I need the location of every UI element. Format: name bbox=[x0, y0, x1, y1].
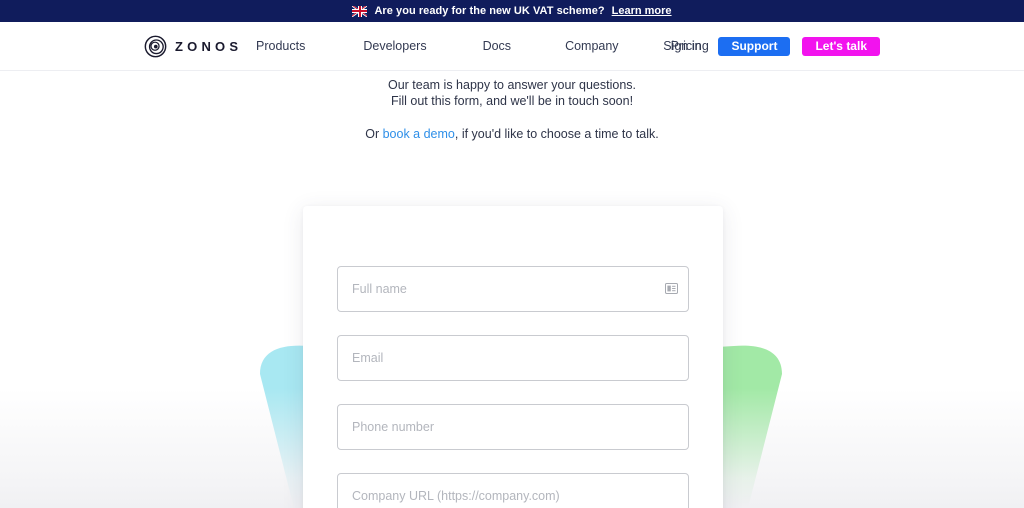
full-name-field-wrap bbox=[337, 266, 689, 312]
contact-form-card bbox=[303, 206, 723, 508]
announcement-banner: Are you ready for the new UK VAT scheme?… bbox=[0, 0, 1024, 22]
intro-line-3-suffix: , if you'd like to choose a time to talk… bbox=[454, 127, 659, 141]
nav-link-docs[interactable]: Docs bbox=[483, 39, 511, 53]
email-field-wrap bbox=[337, 335, 689, 381]
page-root: Are you ready for the new UK VAT scheme?… bbox=[0, 0, 1024, 508]
main-content: Our team is happy to answer your questio… bbox=[0, 72, 1024, 508]
zonos-spiral-logo-icon bbox=[144, 35, 167, 58]
company-url-field-wrap bbox=[337, 473, 689, 508]
support-button[interactable]: Support bbox=[718, 36, 791, 56]
zonos-logo[interactable]: ZONOS bbox=[144, 35, 242, 58]
book-a-demo-link[interactable]: book a demo bbox=[383, 127, 455, 141]
nav-link-developers[interactable]: Developers bbox=[363, 39, 426, 53]
intro-line-3-prefix: Or bbox=[365, 127, 383, 141]
nav-link-products[interactable]: Products bbox=[256, 39, 305, 53]
intro-line-1: Our team is happy to answer your questio… bbox=[387, 78, 637, 92]
nav-links-group: Products Developers Docs Company Pricing bbox=[256, 22, 709, 70]
sign-in-link[interactable]: Sign in bbox=[663, 39, 701, 53]
lets-talk-button[interactable]: Let's talk bbox=[802, 36, 880, 56]
intro-text-block: Our team is happy to answer your questio… bbox=[0, 78, 1024, 143]
phone-number-field-wrap bbox=[337, 404, 689, 450]
intro-line-2: Fill out this form, and we'll be in touc… bbox=[390, 93, 634, 108]
announcement-text: Are you ready for the new UK VAT scheme? bbox=[374, 4, 605, 17]
zonos-logo-text: ZONOS bbox=[175, 39, 243, 54]
phone-number-input[interactable] bbox=[337, 404, 689, 450]
nav-actions-group: Sign in Support Let's talk bbox=[663, 22, 880, 70]
intro-line-3: Or book a demo, if you'd like to choose … bbox=[0, 127, 1024, 143]
main-navigation-bar: ZONOS Products Developers Docs Company P… bbox=[0, 22, 1024, 71]
nav-link-company[interactable]: Company bbox=[565, 39, 619, 53]
announcement-learn-more-link[interactable]: Learn more bbox=[612, 5, 672, 17]
uk-flag-icon bbox=[352, 5, 368, 17]
company-url-input[interactable] bbox=[337, 473, 689, 508]
email-input[interactable] bbox=[337, 335, 689, 381]
full-name-input[interactable] bbox=[337, 266, 689, 312]
